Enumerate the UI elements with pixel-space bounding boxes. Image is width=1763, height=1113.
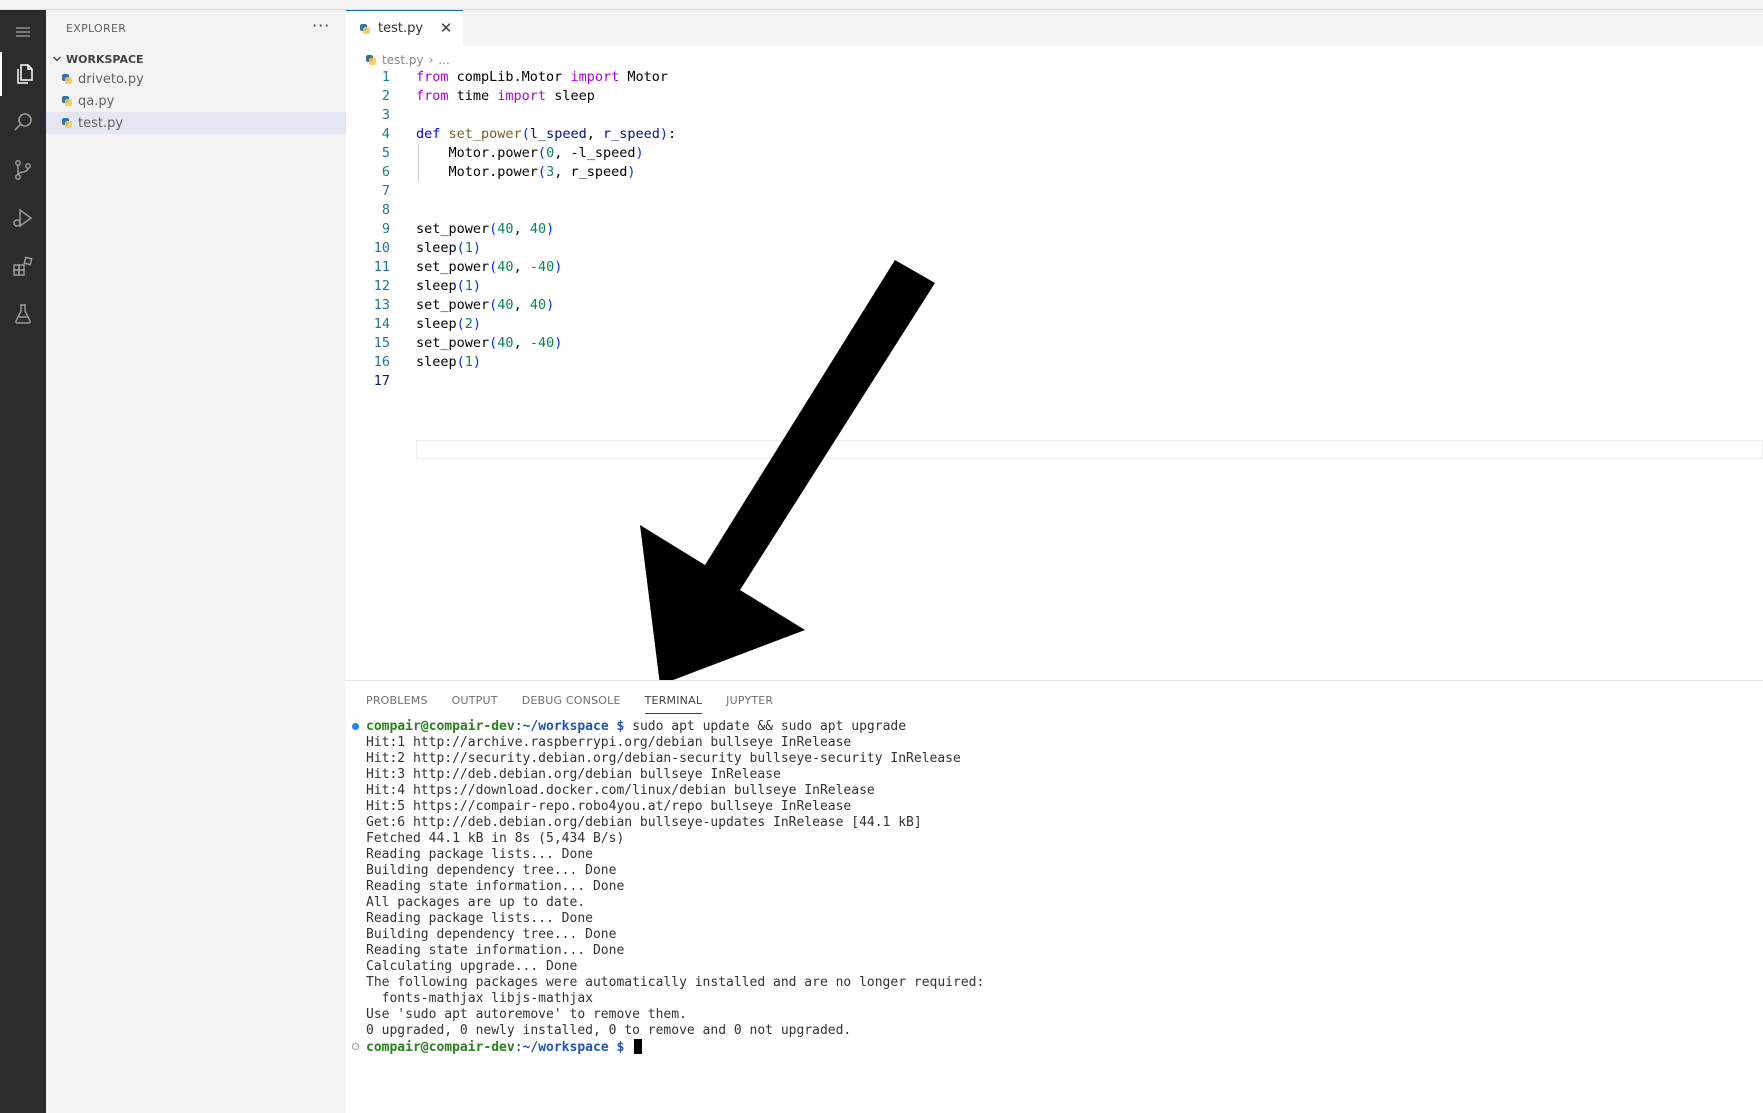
breadcrumb: test.py › ... [366, 50, 450, 70]
tab-label: test.py [378, 21, 424, 36]
terminal-output-line: 0 upgraded, 0 newly installed, 0 to remo… [366, 1023, 852, 1038]
command-success-icon [352, 723, 359, 730]
chevron-right-icon: › [428, 53, 434, 67]
code-line: 2 from time import sleep [381, 88, 595, 104]
tab-terminal[interactable]: TERMINAL [644, 689, 703, 714]
code-line: 7 [381, 183, 390, 199]
code-line: 13 set_power(40, 40) [373, 297, 555, 313]
code-line: 1 from compLib.Motor import Motor [381, 69, 668, 85]
terminal-output-line: fonts-mathjax libjs-mathjax [366, 991, 593, 1006]
tab-problems[interactable]: PROBLEMS [366, 689, 428, 713]
terminal-cursor [634, 1039, 643, 1054]
terminal-output-line: Get:6 http://deb.debian.org/debian bulls… [366, 815, 922, 830]
close-icon[interactable]: ✕ [437, 19, 455, 37]
source-control-icon[interactable] [0, 148, 46, 192]
terminal-output-line: Reading state information... Done [366, 943, 625, 958]
terminal-output-line: All packages are up to date. [366, 895, 586, 910]
editor-tab-bar: test.py ✕ [346, 10, 1763, 46]
terminal-output-line: Hit:4 https://download.docker.com/linux/… [366, 783, 875, 798]
code-line: 12 sleep(1) [373, 278, 482, 294]
code-line-current: 17 [373, 373, 390, 389]
more-actions-icon[interactable]: ··· [312, 16, 330, 35]
tab-jupyter[interactable]: JUPYTER [726, 689, 773, 713]
testing-icon[interactable] [0, 292, 46, 336]
tab-output[interactable]: OUTPUT [452, 689, 498, 713]
terminal-output-line: Hit:2 http://security.debian.org/debian-… [366, 751, 961, 766]
breadcrumb-symbols[interactable]: ... [438, 53, 449, 67]
code-line: 8 [381, 202, 390, 218]
workspace-label: WORKSPACE [66, 52, 144, 66]
file-item-qa[interactable]: qa.py [46, 90, 346, 112]
code-line: 14 sleep(2) [373, 316, 482, 332]
code-editor[interactable]: 1 from compLib.Motor import Motor 2 from t… [346, 68, 1763, 459]
breadcrumb-file[interactable]: test.py [382, 53, 424, 67]
current-line-highlight [416, 440, 1763, 459]
file-item-driveto[interactable]: driveto.py [46, 68, 346, 90]
python-file-icon [360, 23, 370, 34]
terminal-output-line: Hit:3 http://deb.debian.org/debian bulls… [366, 767, 781, 782]
extensions-icon[interactable] [0, 244, 46, 288]
title-bar [0, 0, 1763, 10]
terminal-output-line: Reading package lists... Done [366, 847, 593, 862]
tab-debug-console[interactable]: DEBUG CONSOLE [522, 689, 621, 713]
code-line: 11 set_power(40, -40) [373, 259, 563, 275]
terminal-output-line: Building dependency tree... Done [366, 863, 617, 878]
terminal-output-line: Fetched 44.1 kB in 8s (5,434 B/s) [366, 831, 625, 846]
python-file-icon [62, 96, 72, 106]
terminal[interactable]: compair@compair-dev:~/workspace $ sudo a… [346, 719, 1763, 1055]
terminal-output-line: Hit:1 http://archive.raspberrypi.org/deb… [366, 735, 852, 750]
terminal-output-line: Reading package lists... Done [366, 911, 593, 926]
python-file-icon [366, 55, 376, 65]
command-pending-icon [352, 1043, 359, 1050]
code-line: 9 set_power(40, 40) [381, 221, 555, 237]
editor-area: test.py ✕ test.py › ... 1 from compLib.Mo… [346, 10, 1763, 680]
file-name: test.py [78, 115, 124, 131]
bottom-panel: PROBLEMS OUTPUT DEBUG CONSOLE TERMINAL J… [346, 680, 1763, 1113]
code-line: 6 Motor.power(3, r_speed) [381, 164, 636, 180]
python-file-icon [62, 74, 72, 84]
file-name: driveto.py [78, 71, 144, 87]
sidebar-title: EXPLORER [66, 22, 127, 35]
code-line: 3 [381, 107, 390, 123]
terminal-output-line: The following packages were automaticall… [366, 975, 985, 990]
run-debug-icon[interactable] [0, 196, 46, 240]
terminal-output-line: Use 'sudo apt autoremove' to remove them… [366, 1007, 687, 1022]
code-line: 10 sleep(1) [373, 240, 482, 256]
code-line: 16 sleep(1) [373, 354, 482, 370]
python-file-icon [62, 118, 72, 128]
file-item-test[interactable]: test.py [46, 112, 346, 134]
workspace-folder[interactable]: WORKSPACE [46, 48, 346, 70]
code-line: 15 set_power(40, -40) [373, 335, 563, 351]
activity-bar [0, 10, 46, 1113]
file-name: qa.py [78, 93, 115, 109]
terminal-output-line: Reading state information... Done [366, 879, 625, 894]
terminal-output-line: Hit:5 https://compair-repo.robo4you.at/r… [366, 799, 852, 814]
terminal-output-line: Building dependency tree... Done [366, 927, 617, 942]
terminal-command-line: compair@compair-dev:~/workspace $ sudo a… [346, 719, 1763, 735]
search-icon[interactable] [0, 100, 46, 144]
code-line: 5 Motor.power(0, -l_speed) [381, 145, 644, 161]
menu-icon[interactable] [0, 10, 46, 54]
editor-tab-test[interactable]: test.py ✕ [346, 10, 463, 46]
terminal-prompt-line: compair@compair-dev:~/workspace $ [346, 1039, 1763, 1055]
code-line: 4 def set_power(l_speed, r_speed): [381, 126, 677, 142]
terminal-output-line: Calculating upgrade... Done [366, 959, 578, 974]
explorer-sidebar: EXPLORER ··· WORKSPACE driveto.py qa.py … [46, 10, 346, 1113]
panel-tab-bar: PROBLEMS OUTPUT DEBUG CONSOLE TERMINAL J… [366, 689, 797, 715]
explorer-icon[interactable] [0, 52, 46, 96]
chevron-down-icon [53, 56, 61, 62]
